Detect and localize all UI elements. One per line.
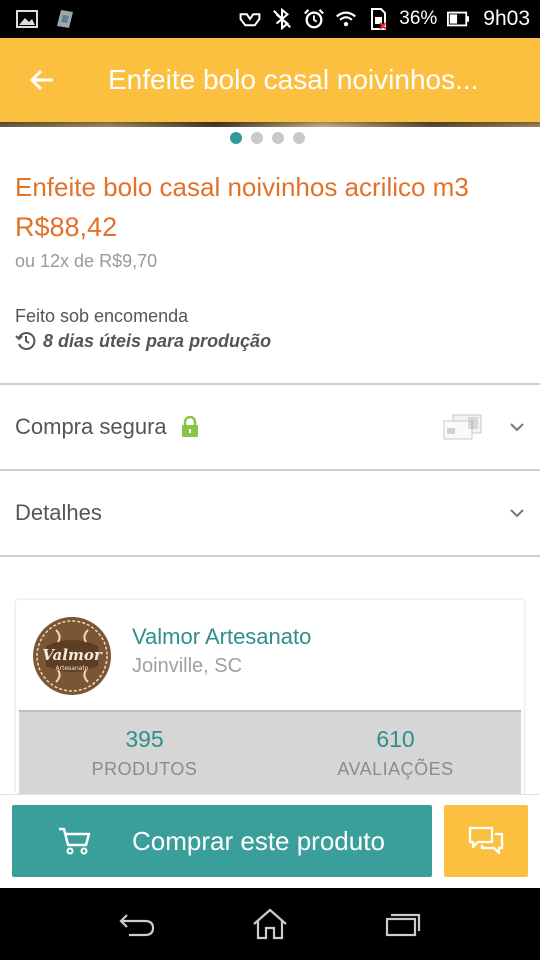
nav-recents-button[interactable] <box>373 899 433 949</box>
carousel-dot[interactable] <box>272 132 284 144</box>
lock-icon <box>181 416 199 438</box>
buy-button[interactable]: Comprar este produto <box>12 805 432 877</box>
product-price: R$88,42 <box>15 212 118 242</box>
reviews-label: AVALIAÇÕES <box>337 759 454 779</box>
svg-text:Artesanato: Artesanato <box>56 665 89 672</box>
product-image-carousel[interactable] <box>0 122 540 127</box>
seller-stats: 395 PRODUTOS 610 AVALIAÇÕES <box>19 710 521 794</box>
chevron-down-icon <box>509 508 525 518</box>
battery-percent: 36% <box>399 8 438 29</box>
buy-button-label: Comprar este produto <box>132 825 385 856</box>
production-time: 8 dias úteis para produção <box>15 330 271 352</box>
details-label: Detalhes <box>15 500 102 525</box>
made-to-order-label: Feito sob encomenda <box>15 306 189 326</box>
divider <box>0 555 540 557</box>
back-icon <box>119 914 154 937</box>
clock: 9h03 <box>483 7 530 30</box>
seller-logo: Valmor Artesanato <box>32 616 112 696</box>
bluetooth-off-icon <box>271 8 293 30</box>
sim-icon <box>367 8 389 30</box>
screen: 36% 9h03 Enfeite bolo casal noivinhos...… <box>0 0 540 960</box>
nav-back-button[interactable] <box>107 899 167 949</box>
seller-name[interactable]: Valmor Artesanato <box>132 624 311 650</box>
system-nav-bar <box>0 888 540 960</box>
product-title: Enfeite bolo casal noivinhos acrilico m3 <box>15 172 469 202</box>
chevron-down-icon <box>509 422 525 432</box>
seller-card[interactable]: Valmor Artesanato Valmor Artesanato Join… <box>16 600 524 794</box>
bottom-action-bar: Comprar este produto <box>0 794 540 888</box>
secure-purchase-row[interactable]: Compra segura <box>0 385 540 469</box>
arrow-left-icon <box>29 69 53 91</box>
chat-icon <box>468 826 504 855</box>
back-button[interactable] <box>0 38 84 122</box>
reviews-count: 610 <box>376 726 415 752</box>
app-icon <box>54 9 76 29</box>
home-icon <box>253 908 287 940</box>
battery-icon <box>447 9 470 29</box>
carousel-dot[interactable] <box>251 132 263 144</box>
products-label: PRODUTOS <box>91 759 198 779</box>
reviews-stat[interactable]: 610 AVALIAÇÕES <box>270 712 521 794</box>
image-icon <box>16 9 38 29</box>
carousel-dot[interactable] <box>230 132 242 144</box>
recents-icon <box>386 913 421 937</box>
carousel-indicator <box>230 132 305 144</box>
status-bar: 36% 9h03 <box>0 0 540 38</box>
wifi-icon <box>335 9 357 29</box>
production-time-text: 8 dias úteis para produção <box>43 330 272 351</box>
secure-purchase-label: Compra segura <box>15 414 167 439</box>
products-stat[interactable]: 395 PRODUTOS <box>19 712 270 794</box>
clock-history-icon <box>15 332 36 350</box>
svg-text:Valmor: Valmor <box>42 646 103 664</box>
alarm-icon <box>303 9 325 29</box>
toolbar-title: Enfeite bolo casal noivinhos... <box>108 64 479 95</box>
cart-icon <box>58 826 92 856</box>
payment-cards-icon <box>443 414 483 440</box>
carousel-dot[interactable] <box>293 132 305 144</box>
nav-home-button[interactable] <box>240 899 300 949</box>
chat-button[interactable] <box>444 805 528 877</box>
details-row[interactable]: Detalhes <box>0 471 540 555</box>
product-installments: ou 12x de R$9,70 <box>15 251 158 271</box>
products-count: 395 <box>125 726 164 752</box>
seller-location: Joinville, SC <box>132 655 243 677</box>
nfc-icon <box>239 9 261 29</box>
app-toolbar: Enfeite bolo casal noivinhos... <box>0 38 540 122</box>
